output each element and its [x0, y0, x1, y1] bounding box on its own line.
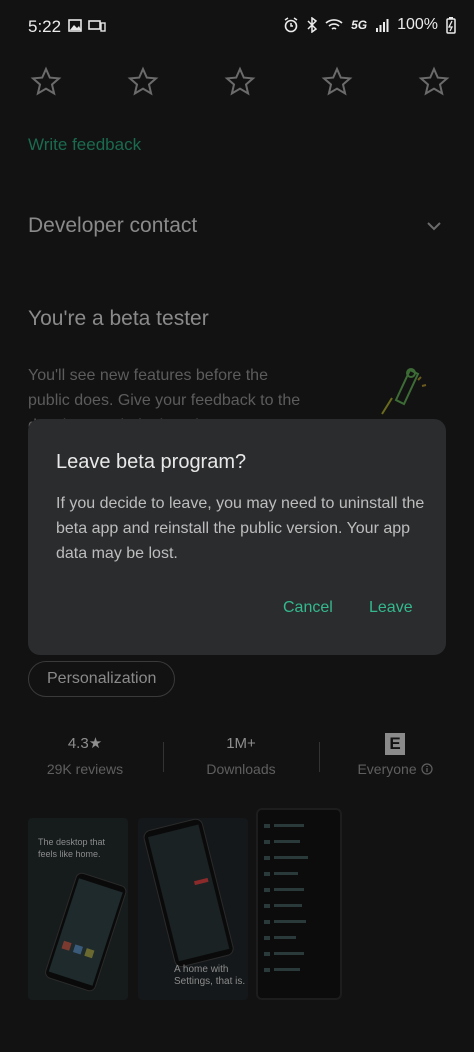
app-details-page: 5:22 5G 100% Write feedback Developer co… [0, 0, 474, 1052]
leave-beta-dialog: Leave beta program? If you decide to lea… [28, 419, 446, 655]
cancel-button[interactable]: Cancel [283, 599, 333, 617]
dialog-message: If you decide to leave, you may need to … [56, 495, 425, 562]
leave-button[interactable]: Leave [369, 599, 413, 617]
dialog-title: Leave beta program? [56, 451, 247, 473]
